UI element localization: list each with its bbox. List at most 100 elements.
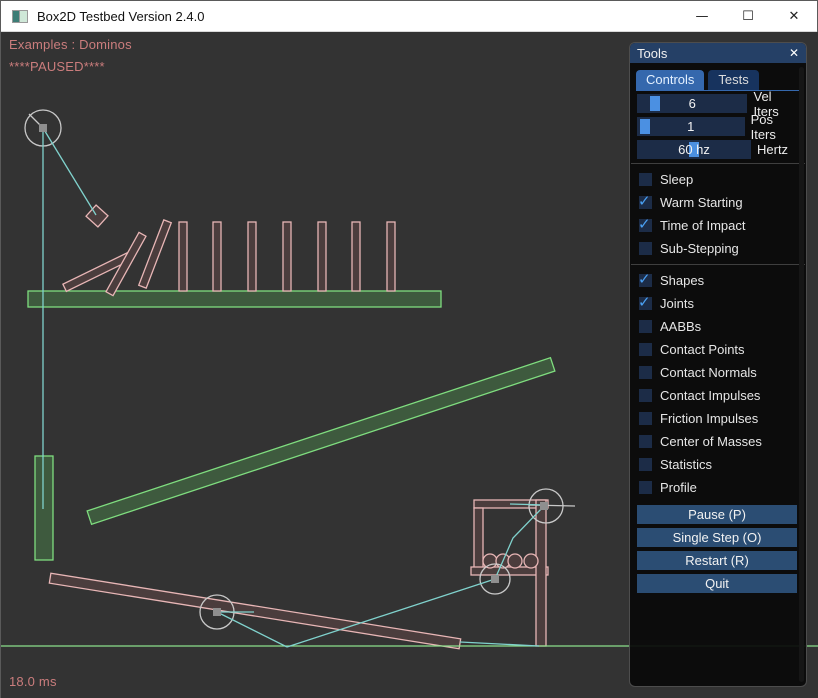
small-hanging-box — [86, 205, 108, 227]
vel-iters-slider[interactable]: 6 — [637, 94, 747, 113]
checkbox-label: AABBs — [660, 319, 701, 334]
fallen-domino — [139, 220, 172, 288]
shelf-ball — [508, 554, 522, 568]
frame-time-label: 18.0 ms — [9, 674, 57, 689]
slider-row: 6Vel Iters — [637, 94, 799, 113]
maximize-button[interactable]: ☐ — [725, 1, 771, 31]
quit-button[interactable]: Quit — [637, 574, 797, 593]
joint-anchor — [213, 608, 221, 616]
checkmark-icon: ✓ — [638, 293, 651, 311]
shelf-ball — [483, 554, 497, 568]
slider-value: 60 hz — [637, 140, 751, 159]
checkbox-label: Statistics — [660, 457, 712, 472]
check-row: AABBs — [637, 315, 799, 338]
slider-label: Hertz — [757, 142, 788, 157]
checkbox-label: Center of Masses — [660, 434, 762, 449]
checkmark-icon: ✓ — [638, 270, 651, 288]
minimize-button[interactable]: — — [679, 1, 725, 31]
standing-domino — [318, 222, 326, 291]
check-row: ✓ Joints — [637, 292, 799, 315]
checkbox-label: Joints — [660, 296, 694, 311]
pos-iters-slider[interactable]: 1 — [637, 117, 745, 136]
time-of-impact-checkbox[interactable]: ✓ — [639, 219, 652, 232]
checkbox-label: Shapes — [660, 273, 704, 288]
window-title: Box2D Testbed Version 2.4.0 — [37, 9, 204, 24]
domino-platform — [28, 291, 441, 307]
joint-anchor — [491, 575, 499, 583]
checkbox-label: Contact Points — [660, 342, 745, 357]
check-row: Sub-Stepping — [637, 237, 799, 260]
sub-stepping-checkbox[interactable] — [639, 242, 652, 255]
solver-checkbox-group: Sleep ✓ Warm Starting ✓ Time of Impact Sub-St… — [637, 168, 799, 260]
standing-domino — [387, 222, 395, 291]
app-icon — [12, 10, 28, 23]
joint-anchor — [540, 502, 548, 510]
shapes-checkbox[interactable]: ✓ — [639, 274, 652, 287]
checkmark-icon: ✓ — [638, 215, 651, 233]
restart-button[interactable]: Restart (R) — [637, 551, 797, 570]
sliders-section: 6Vel Iters 1Pos Iters 60 hz Hertz — [637, 94, 799, 159]
angled-green-plank — [87, 358, 555, 525]
check-row: Contact Points — [637, 338, 799, 361]
checkbox-label: Contact Impulses — [660, 388, 760, 403]
check-row: ✓ Warm Starting — [637, 191, 799, 214]
checkbox-label: Friction Impulses — [660, 411, 758, 426]
paused-status-label: ****PAUSED**** — [9, 59, 105, 74]
box2d-testbed-window: Box2D Testbed Version 2.4.0 —☐✕ Examples… — [0, 0, 818, 698]
checkbox-label: Contact Normals — [660, 365, 757, 380]
sleep-checkbox[interactable] — [639, 173, 652, 186]
joint-line — [43, 128, 96, 215]
slider-row: 1Pos Iters — [637, 117, 799, 136]
joint-anchor — [39, 124, 47, 132]
checkbox-label: Profile — [660, 480, 697, 495]
standing-domino — [248, 222, 256, 291]
contact-impulses-checkbox[interactable] — [639, 389, 652, 402]
window-controls: —☐✕ — [679, 1, 817, 31]
checkbox-label: Sleep — [660, 172, 693, 187]
aabbs-checkbox[interactable] — [639, 320, 652, 333]
check-row: Contact Normals — [637, 361, 799, 384]
check-row: Friction Impulses — [637, 407, 799, 430]
tools-panel: Tools ✕ ControlsTests 6Vel Iters 1Pos Ite… — [629, 42, 807, 687]
panel-scrollbar[interactable] — [799, 67, 804, 682]
close-icon[interactable]: ✕ — [789, 46, 799, 60]
example-label: Examples : Dominos — [9, 37, 132, 52]
close-button[interactable]: ✕ — [771, 1, 817, 31]
check-row: Contact Impulses — [637, 384, 799, 407]
standing-domino — [283, 222, 291, 291]
standing-domino — [179, 222, 187, 291]
checkbox-label: Sub-Stepping — [660, 241, 739, 256]
friction-impulses-checkbox[interactable] — [639, 412, 652, 425]
checkbox-label: Time of Impact — [660, 218, 745, 233]
hertz-slider[interactable]: 60 hz — [637, 140, 751, 159]
pause-button[interactable]: Pause (P) — [637, 505, 797, 524]
checkbox-label: Warm Starting — [660, 195, 743, 210]
tools-panel-titlebar[interactable]: Tools ✕ — [630, 43, 806, 63]
contact-points-checkbox[interactable] — [639, 343, 652, 356]
vertical-green-bar — [35, 456, 53, 560]
standing-domino — [213, 222, 221, 291]
center-of-masses-checkbox[interactable] — [639, 435, 652, 448]
warm-starting-checkbox[interactable]: ✓ — [639, 196, 652, 209]
profile-checkbox[interactable] — [639, 481, 652, 494]
separator — [631, 264, 805, 265]
check-row: ✓ Time of Impact — [637, 214, 799, 237]
shelf-ball — [524, 554, 538, 568]
single-step-button[interactable]: Single Step (O) — [637, 528, 797, 547]
check-row: ✓ Shapes — [637, 269, 799, 292]
statistics-checkbox[interactable] — [639, 458, 652, 471]
checkmark-icon: ✓ — [638, 192, 651, 210]
joints-checkbox[interactable]: ✓ — [639, 297, 652, 310]
window-titlebar: Box2D Testbed Version 2.4.0 —☐✕ — [1, 1, 817, 32]
draw-checkbox-group: ✓ Shapes ✓ Joints AABBs Contact Points Contact… — [637, 269, 799, 499]
slider-value: 1 — [637, 117, 745, 136]
tools-panel-title: Tools — [637, 46, 667, 61]
slider-row: 60 hz Hertz — [637, 140, 799, 159]
buttons-section: Pause (P) Single Step (O) Restart (R) Quit — [637, 505, 799, 593]
tab-tests[interactable]: Tests — [708, 70, 758, 90]
contact-normals-checkbox[interactable] — [639, 366, 652, 379]
frame-left-bar — [474, 508, 483, 571]
check-row: Sleep — [637, 168, 799, 191]
tab-controls[interactable]: Controls — [636, 70, 704, 90]
check-row: Statistics — [637, 453, 799, 476]
